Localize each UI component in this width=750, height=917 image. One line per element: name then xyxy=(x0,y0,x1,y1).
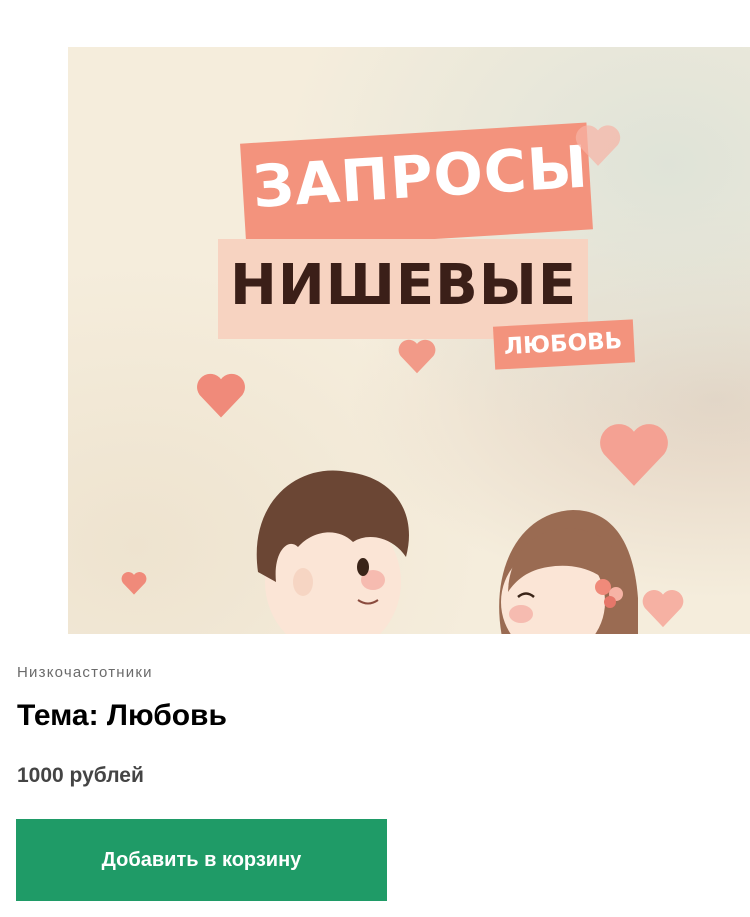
couple-illustration xyxy=(256,470,638,634)
product-image[interactable]: ЗАПРОСЫ НИШЕВЫЕ ЛЮБОВЬ xyxy=(68,47,750,634)
heart-icon xyxy=(197,373,245,418)
image-text-line3: ЛЮБОВЬ xyxy=(503,327,623,361)
add-to-cart-button[interactable]: Добавить в корзину xyxy=(16,819,387,901)
heart-icon xyxy=(121,572,147,595)
title-band-love: ЛЮБОВЬ xyxy=(492,319,636,370)
heart-icon xyxy=(575,125,621,166)
heart-icon xyxy=(398,339,436,374)
product-price: 1000 рублей xyxy=(17,764,144,787)
image-text-line2: НИШЕВЫЕ xyxy=(230,253,578,318)
product-category[interactable]: Низкочастотники xyxy=(17,664,153,681)
heart-icon xyxy=(642,590,684,628)
image-text-line1: ЗАПРОСЫ xyxy=(250,132,591,221)
product-title[interactable]: Тема: Любовь xyxy=(17,699,227,733)
title-band-requests: ЗАПРОСЫ xyxy=(240,122,593,251)
